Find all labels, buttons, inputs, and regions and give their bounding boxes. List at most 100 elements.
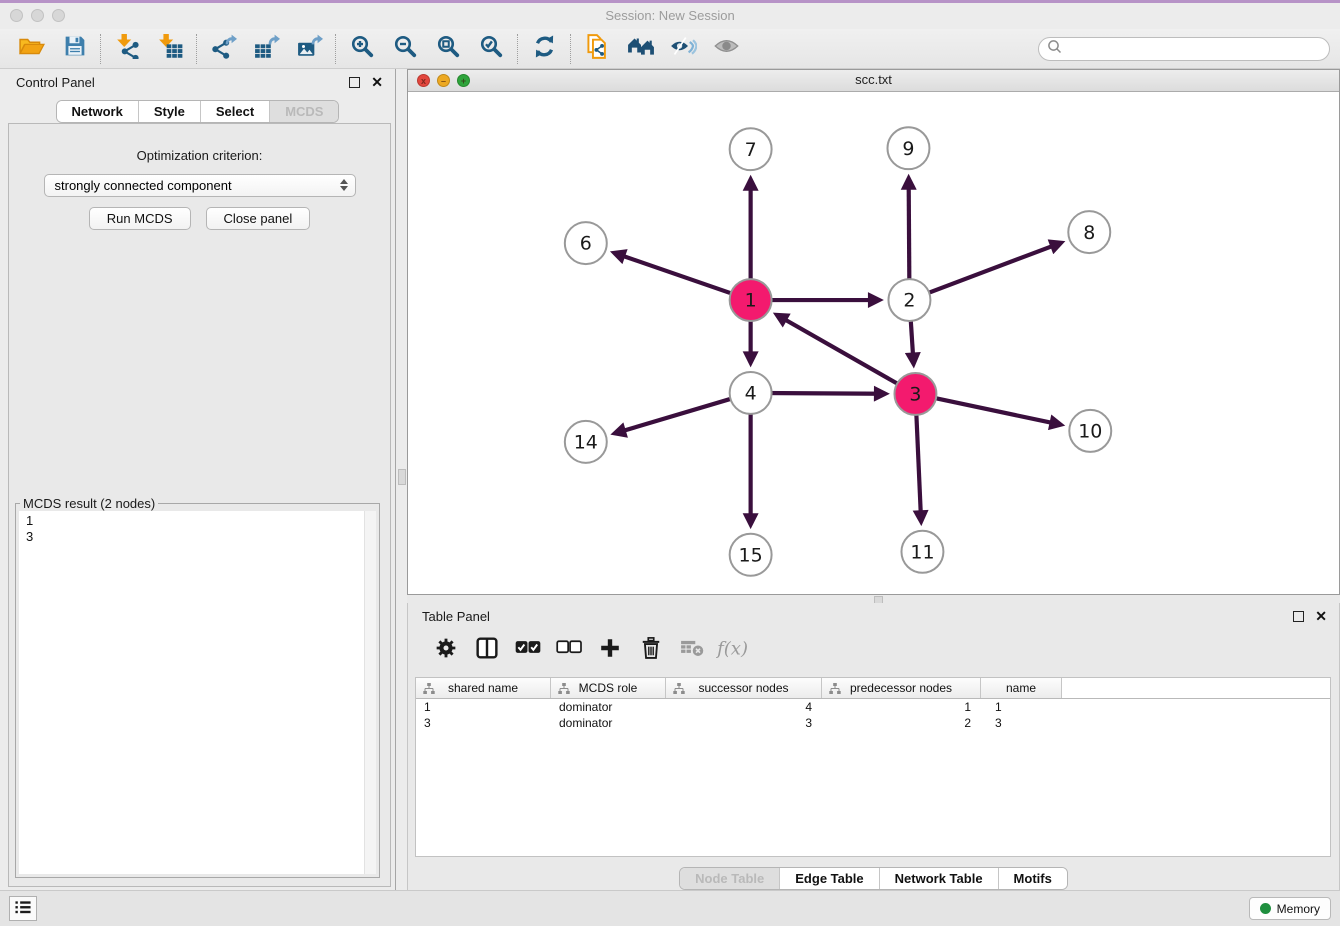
tab-edge-table[interactable]: Edge Table — [779, 868, 878, 889]
hide-selected-icon — [670, 35, 697, 62]
graph-node-3[interactable]: 3 — [894, 373, 936, 415]
export-image-button[interactable] — [288, 33, 331, 65]
table-cell[interactable]: 1 — [822, 700, 981, 714]
optimization-criterion-label: Optimization criterion: — [9, 148, 390, 163]
hide-selected-button[interactable] — [662, 33, 705, 65]
duplicate-network-button[interactable] — [576, 33, 619, 65]
network-canvas[interactable]: 7 9 6 8 1 2 4 3 14 10 15 11 — [408, 91, 1339, 594]
zoom-selected-icon — [479, 34, 504, 64]
optimization-criterion-value: strongly connected component — [55, 178, 232, 193]
column-header-predecessor-nodes[interactable]: predecessor nodes — [822, 678, 981, 698]
mcds-result-text[interactable]: 1 3 — [19, 511, 376, 874]
table-row[interactable]: 3dominator323 — [416, 715, 1330, 731]
tab-select[interactable]: Select — [200, 101, 269, 122]
export-network-button[interactable] — [202, 33, 245, 65]
graph-node-15[interactable]: 15 — [730, 534, 772, 576]
table-cell[interactable]: dominator — [551, 700, 666, 714]
graph-edge-3-10[interactable] — [915, 394, 1059, 424]
refresh-layout-button[interactable] — [523, 33, 566, 65]
graph-node-14[interactable]: 14 — [565, 421, 607, 463]
vertical-splitter[interactable] — [395, 69, 407, 893]
graph-node-6[interactable]: 6 — [565, 222, 607, 264]
table-cell[interactable]: 4 — [666, 700, 822, 714]
graph-node-11[interactable]: 11 — [901, 531, 943, 573]
deselect-all-button[interactable] — [557, 637, 581, 663]
add-row-button[interactable] — [598, 637, 622, 663]
main-toolbar — [0, 29, 1340, 69]
zoom-fit-button[interactable] — [427, 33, 470, 65]
network-minimize-button[interactable]: – — [437, 74, 450, 87]
control-panel: Control Panel ✕ NetworkStyleSelectMCDS O… — [0, 69, 395, 893]
graph-node-4[interactable]: 4 — [730, 372, 772, 414]
table-cell[interactable]: 3 — [666, 716, 822, 730]
control-panel-title: Control Panel — [16, 75, 95, 90]
close-panel-button[interactable]: Close panel — [206, 207, 311, 230]
search-box[interactable] — [1038, 37, 1330, 61]
application-window: Session: New Session Control Panel ✕ Net… — [0, 0, 1340, 926]
control-panel-header: Control Panel ✕ — [0, 69, 395, 95]
workspace: Control Panel ✕ NetworkStyleSelectMCDS O… — [0, 69, 1340, 893]
save-session-button[interactable] — [53, 33, 96, 65]
memory-button[interactable]: Memory — [1249, 897, 1331, 920]
table-cell[interactable]: dominator — [551, 716, 666, 730]
export-image-icon — [297, 34, 323, 64]
column-header-shared-name[interactable]: shared name — [416, 678, 551, 698]
duplicate-network-icon — [585, 34, 610, 64]
select-all-button[interactable] — [516, 637, 540, 663]
table-cell[interactable]: 2 — [822, 716, 981, 730]
graph-node-7[interactable]: 7 — [730, 128, 772, 170]
tab-style[interactable]: Style — [138, 101, 200, 122]
column-header-successor-nodes[interactable]: successor nodes — [666, 678, 822, 698]
graph-node-9[interactable]: 9 — [887, 127, 929, 169]
tab-mcds[interactable]: MCDS — [269, 101, 338, 122]
zoom-out-button[interactable] — [384, 33, 427, 65]
optimization-criterion-select[interactable]: strongly connected component — [44, 174, 356, 197]
control-panel-tabs: NetworkStyleSelectMCDS — [0, 100, 395, 123]
graph-edge-2-8[interactable] — [909, 243, 1059, 300]
run-mcds-button[interactable]: Run MCDS — [89, 207, 191, 230]
network-graph[interactable]: 7 9 6 8 1 2 4 3 14 10 15 11 — [408, 91, 1339, 594]
show-all-button[interactable] — [705, 33, 748, 65]
float-panel-icon[interactable] — [349, 77, 360, 88]
import-table-icon — [158, 34, 184, 64]
table-tabs: Node TableEdge TableNetwork TableMotifs — [408, 867, 1339, 890]
table-cell[interactable]: 3 — [416, 716, 551, 730]
table-cell[interactable]: 1 — [981, 700, 1062, 714]
zoom-selected-button[interactable] — [470, 33, 513, 65]
task-history-button[interactable] — [9, 896, 37, 921]
graph-node-10[interactable]: 10 — [1069, 410, 1111, 452]
tab-motifs[interactable]: Motifs — [998, 868, 1067, 889]
graph-node-1[interactable]: 1 — [730, 279, 772, 321]
network-close-button[interactable]: x — [417, 74, 430, 87]
table-cell[interactable]: 3 — [981, 716, 1062, 730]
tab-node-table[interactable]: Node Table — [680, 868, 779, 889]
network-title: scc.txt — [408, 70, 1339, 90]
table-row[interactable]: 1dominator411 — [416, 699, 1330, 715]
zoom-in-button[interactable] — [341, 33, 384, 65]
float-panel-icon[interactable] — [1293, 611, 1304, 622]
graph-node-8[interactable]: 8 — [1068, 211, 1110, 253]
import-network-button[interactable] — [106, 33, 149, 65]
graph-edge-3-1[interactable] — [778, 316, 915, 394]
close-panel-icon[interactable]: ✕ — [371, 76, 383, 88]
tab-network-table[interactable]: Network Table — [879, 868, 998, 889]
tab-network[interactable]: Network — [57, 101, 138, 122]
columns-button[interactable] — [475, 637, 499, 663]
graph-node-2[interactable]: 2 — [888, 279, 930, 321]
table-cell[interactable]: 1 — [416, 700, 551, 714]
first-neighbors-button[interactable] — [619, 33, 662, 65]
splitter-grip[interactable] — [398, 469, 406, 485]
result-scrollbar[interactable] — [364, 511, 376, 874]
delete-row-button[interactable] — [639, 637, 663, 663]
export-table-button[interactable] — [245, 33, 288, 65]
network-maximize-button[interactable]: + — [457, 74, 470, 87]
column-header-mcds-role[interactable]: MCDS role — [551, 678, 666, 698]
horizontal-splitter[interactable] — [407, 595, 1340, 603]
close-panel-icon[interactable]: ✕ — [1315, 610, 1327, 622]
column-header-name[interactable]: name — [981, 678, 1062, 698]
import-table-button[interactable] — [149, 33, 192, 65]
open-session-button[interactable] — [10, 33, 53, 65]
settings-gear-button[interactable] — [434, 637, 458, 663]
search-input[interactable] — [1066, 40, 1321, 57]
table-toolbar: f(x) — [416, 631, 1331, 669]
